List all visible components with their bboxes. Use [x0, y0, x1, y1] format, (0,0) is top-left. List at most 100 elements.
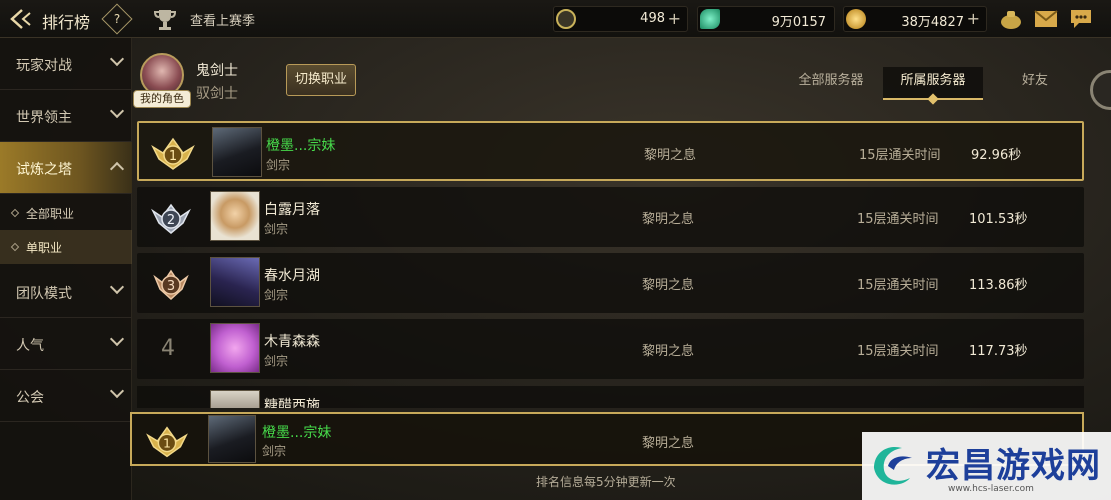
row-floor-label: 15层通关时间	[857, 278, 939, 293]
chevron-down-icon	[109, 51, 125, 67]
sidebar-item-team-mode[interactable]: 团队模式	[0, 266, 132, 318]
mail-icon[interactable]	[1034, 8, 1058, 30]
row-guild-name: 黎明之息	[642, 344, 695, 359]
site-watermark: 宏昌游戏网 www.hcs-laser.com	[862, 432, 1111, 500]
sidebar-item-popularity[interactable]: 人气	[0, 318, 132, 370]
player-avatar	[210, 191, 260, 241]
watermark-title: 宏昌游戏网	[926, 446, 1101, 486]
row-player-name: 白露月落	[264, 202, 320, 218]
player-class: 驭剑士	[196, 86, 238, 102]
row-player-class: 剑宗	[262, 444, 287, 458]
player-avatar	[210, 323, 260, 373]
sidebar-item-label: 团队模式	[16, 286, 72, 302]
ranking-row[interactable]: 4 木青森森 剑宗 黎明之息 15层通关时间 117.73秒	[137, 319, 1084, 379]
currency-value: 9万0157	[771, 15, 826, 30]
chevron-down-icon	[109, 103, 125, 119]
ranking-row-partial[interactable]: 糖醋西施	[137, 386, 1084, 408]
sidebar-item-label: 世界领主	[16, 110, 72, 126]
rank-number: 1	[163, 436, 171, 451]
ranking-row[interactable]: 3 春水月湖 剑宗 黎明之息 15层通关时间 113.86秒	[137, 253, 1084, 313]
back-arrow-icon[interactable]	[8, 7, 34, 31]
ranking-row[interactable]: 2 白露月落 剑宗 黎明之息 15层通关时间 101.53秒	[137, 187, 1084, 247]
rank-number: 1	[169, 149, 177, 164]
currency-gold-coin: 38万4827 +	[843, 6, 987, 32]
player-avatar	[208, 415, 256, 463]
tab-friends[interactable]: 好友	[995, 67, 1075, 100]
page-title: 排行榜	[42, 13, 91, 32]
switch-class-button[interactable]: 切换职业	[286, 64, 356, 96]
rank-number: 3	[167, 279, 175, 294]
help-icon: ?	[113, 12, 121, 26]
row-player-class: 剑宗	[264, 222, 289, 236]
currency-season-coin: 498 +	[553, 6, 688, 32]
player-name: 鬼剑士	[196, 63, 238, 79]
chevron-up-icon	[109, 161, 125, 177]
silver-rank-badge-icon: 2	[147, 193, 195, 241]
jade-gem-icon	[700, 9, 720, 29]
row-guild-name: 黎明之息	[644, 148, 697, 163]
trophy-icon[interactable]	[152, 6, 178, 32]
row-player-name: 橙墨...宗妹	[266, 138, 336, 154]
sidebar-subitem-label: 全部职业	[26, 207, 75, 221]
help-button[interactable]: ?	[101, 3, 133, 35]
sidebar: 玩家对战 世界领主 试炼之塔 全部职业 单职业 团队模式 人气 公会	[0, 38, 132, 500]
row-clear-time: 101.53秒	[969, 212, 1028, 227]
sidebar-item-trial-tower[interactable]: 试炼之塔	[0, 142, 132, 194]
rank-number: 2	[167, 213, 175, 228]
currency-jade-gem: 9万0157	[697, 6, 835, 32]
add-currency-button[interactable]: +	[668, 9, 681, 28]
sidebar-item-label: 人气	[16, 338, 44, 354]
row-player-class: 剑宗	[264, 288, 289, 302]
row-guild-name: 黎明之息	[642, 278, 695, 293]
row-floor-label: 15层通关时间	[857, 344, 939, 359]
sidebar-item-label: 玩家对战	[16, 58, 72, 74]
row-clear-time: 117.73秒	[969, 344, 1028, 359]
treasure-bag-icon[interactable]	[999, 8, 1023, 30]
row-player-class: 剑宗	[266, 158, 291, 172]
row-player-name: 橙墨...宗妹	[262, 425, 332, 441]
top-bar: 排行榜 ? 查看上赛季 498 + 9万0157 38万4827 +	[0, 0, 1111, 38]
chevron-down-icon	[109, 331, 125, 347]
chevron-down-icon	[109, 383, 125, 399]
sidebar-item-world-boss[interactable]: 世界领主	[0, 90, 132, 142]
chat-icon[interactable]	[1069, 8, 1093, 30]
sidebar-item-label: 试炼之塔	[16, 162, 72, 178]
sidebar-subitem-label: 单职业	[26, 241, 63, 255]
player-avatar	[210, 390, 260, 408]
diamond-bullet-icon	[10, 242, 20, 252]
sidebar-subitem-single-class[interactable]: 单职业	[0, 230, 132, 264]
row-guild-name: 黎明之息	[642, 436, 695, 451]
row-player-class: 剑宗	[264, 354, 289, 368]
gold-coin-icon	[846, 9, 866, 29]
sidebar-subitem-all-classes[interactable]: 全部职业	[0, 196, 132, 230]
watermark-logo-icon	[868, 438, 920, 490]
my-role-badge: 我的角色	[133, 90, 191, 108]
ranking-row[interactable]: 1 橙墨...宗妹 剑宗 黎明之息 15层通关时间 92.96秒	[137, 121, 1084, 181]
watermark-url: www.hcs-laser.com	[948, 484, 1034, 494]
row-player-name: 木青森森	[264, 334, 320, 350]
sidebar-item-pvp[interactable]: 玩家对战	[0, 38, 132, 90]
diamond-bullet-icon	[10, 208, 20, 218]
row-guild-name: 黎明之息	[642, 212, 695, 227]
currency-value: 38万4827	[901, 15, 964, 30]
add-currency-button[interactable]: +	[967, 9, 980, 28]
update-notice: 排名信息每5分钟更新一次	[536, 475, 676, 489]
currency-value: 498	[640, 11, 665, 26]
gold-rank-badge-icon: 1	[149, 129, 197, 177]
sidebar-item-guild[interactable]: 公会	[0, 370, 132, 422]
bronze-rank-badge-icon: 3	[147, 259, 195, 307]
row-clear-time: 113.86秒	[969, 278, 1028, 293]
view-last-season-link[interactable]: 查看上赛季	[190, 10, 255, 29]
row-player-name: 糖醋西施	[264, 398, 320, 408]
tab-own-server[interactable]: 所属服务器	[883, 67, 983, 100]
player-avatar	[210, 257, 260, 307]
tab-all-servers[interactable]: 全部服务器	[785, 67, 877, 100]
row-clear-time: 92.96秒	[971, 148, 1022, 163]
row-floor-label: 15层通关时间	[859, 148, 941, 163]
season-coin-icon	[556, 9, 576, 29]
rank-number: 4	[161, 336, 175, 361]
player-avatar	[212, 127, 262, 177]
chevron-down-icon	[109, 279, 125, 295]
gold-rank-badge-icon: 1	[144, 418, 190, 464]
row-floor-label: 15层通关时间	[857, 212, 939, 227]
